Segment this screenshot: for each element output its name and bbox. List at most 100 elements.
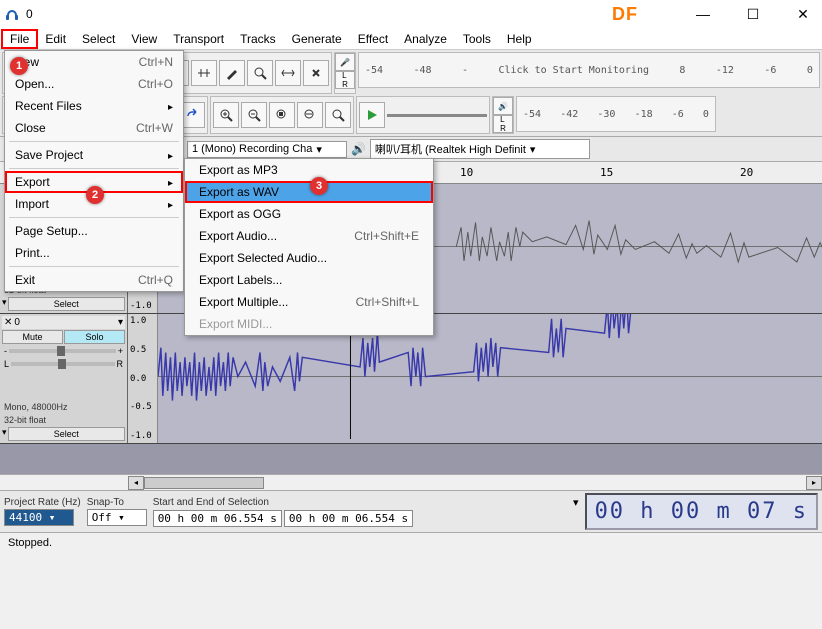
horizontal-scrollbar[interactable]: ◂ ▸ (0, 474, 822, 490)
window-title: 0 (26, 7, 33, 21)
track-menu-button[interactable]: ▾ (118, 317, 123, 328)
pan-l: L (4, 359, 9, 369)
menu-item-new[interactable]: NewCtrl+N (5, 51, 183, 73)
meter-tick: - (462, 65, 468, 76)
menu-generate[interactable]: Generate (284, 30, 350, 48)
recording-channels-select[interactable]: 1 (Mono) Recording Cha ▾ (187, 141, 347, 158)
menu-item-exit[interactable]: ExitCtrl+Q (5, 269, 183, 291)
meter-tick: -54 (365, 65, 383, 76)
scale-tick: 1.0 (130, 316, 155, 326)
menu-tracks[interactable]: Tracks (232, 30, 284, 48)
pan-slider[interactable] (11, 362, 114, 366)
export-wav-item[interactable]: Export as WAV (185, 181, 433, 203)
menu-transport[interactable]: Transport (165, 30, 232, 48)
export-mp3-item[interactable]: Export as MP3 (185, 159, 433, 181)
menu-item-close[interactable]: CloseCtrl+W (5, 117, 183, 139)
menu-item-save-project[interactable]: Save Project (5, 144, 183, 166)
meter-tick: 8 (679, 65, 685, 76)
menu-analyze[interactable]: Analyze (396, 30, 455, 48)
output-device-value: 喇叭/耳机 (Realtek High Definit (375, 141, 526, 157)
minimize-button[interactable]: — (688, 6, 718, 22)
menu-tools[interactable]: Tools (455, 30, 499, 48)
meter-tick: 0 (807, 65, 813, 76)
selection-start-input[interactable]: 00 h 00 m 06.554 s (153, 510, 282, 527)
scroll-right-button[interactable]: ▸ (806, 476, 822, 490)
snap-to-select[interactable]: Off ▾ (87, 509, 147, 526)
menu-item-recent[interactable]: Recent Files (5, 95, 183, 117)
chevron-down-icon: ▾ (316, 143, 322, 156)
chevron-down-icon[interactable]: ▾ (573, 496, 579, 509)
playback-meter[interactable]: -54 -42 -30 -18 -6 0 (516, 96, 716, 132)
timeline-tick: 20 (740, 166, 753, 179)
multi-tool-button[interactable] (303, 60, 329, 86)
callout-1: 1 (10, 57, 28, 75)
callout-3: 3 (310, 177, 328, 195)
scroll-left-button[interactable]: ◂ (128, 476, 144, 490)
scale-tick: -1.0 (130, 301, 155, 311)
selection-toolbar: Project Rate (Hz) 44100 ▾ Snap-To Off ▾ … (0, 490, 822, 532)
scale-tick: 0.0 (130, 374, 155, 384)
gain-slider[interactable] (9, 349, 116, 353)
status-text: Stopped. (8, 537, 52, 549)
menu-select[interactable]: Select (74, 30, 123, 48)
meter-tick: -12 (716, 65, 734, 76)
selection-end-input[interactable]: 00 h 00 m 06.554 s (284, 510, 413, 527)
export-audio-item[interactable]: Export Audio...Ctrl+Shift+E (185, 225, 433, 247)
menu-item-print[interactable]: Print... (5, 242, 183, 264)
playback-device-select[interactable]: 喇叭/耳机 (Realtek High Definit ▾ (370, 139, 590, 159)
export-multiple-item[interactable]: Export Multiple...Ctrl+Shift+L (185, 291, 433, 313)
track-select-button[interactable]: Select (8, 297, 125, 311)
meter-tick: -42 (560, 109, 578, 120)
fit-project-button[interactable] (297, 102, 323, 128)
file-menu-dropdown: NewCtrl+N Open...Ctrl+O Recent Files Clo… (4, 50, 184, 292)
fit-selection-button[interactable] (269, 102, 295, 128)
meter-hint: Click to Start Monitoring (498, 65, 649, 76)
timeshift-tool-button[interactable] (275, 60, 301, 86)
timeline-tick: 10 (460, 166, 473, 179)
gain-plus: + (118, 346, 123, 356)
zoom-toolbar (210, 96, 354, 134)
menu-item-page-setup[interactable]: Page Setup... (5, 220, 183, 242)
play-at-speed-button[interactable] (359, 102, 385, 128)
solo-button[interactable]: Solo (64, 330, 125, 344)
rec-channels-value: 1 (Mono) Recording Cha (192, 143, 312, 155)
recording-meter[interactable]: -54 -48 - Click to Start Monitoring 8 -1… (358, 52, 820, 88)
wave-vertical-scale: 1.0 0.5 0.0 -0.5 -1.0 (128, 314, 158, 443)
menu-view[interactable]: View (123, 30, 165, 48)
zoom-out-button[interactable] (241, 102, 267, 128)
menu-effect[interactable]: Effect (350, 30, 396, 48)
project-rate-label: Project Rate (Hz) (4, 497, 81, 508)
draw-tool-button[interactable] (219, 60, 245, 86)
track-format: 32-bit float (2, 414, 125, 426)
titlebar: 0 DF — ☐ ✕ (0, 0, 822, 28)
meter-tick: -48 (414, 65, 432, 76)
export-labels-item[interactable]: Export Labels... (185, 269, 433, 291)
close-track-button[interactable]: ✕ (4, 317, 12, 328)
menu-item-open[interactable]: Open...Ctrl+O (5, 73, 183, 95)
zoom-in-button[interactable] (213, 102, 239, 128)
export-selected-item[interactable]: Export Selected Audio... (185, 247, 433, 269)
zoom-toggle-button[interactable] (325, 102, 351, 128)
close-button[interactable]: ✕ (788, 6, 818, 23)
track-select-button[interactable]: Select (8, 427, 125, 441)
zoom-tool-button[interactable] (247, 60, 273, 86)
menu-edit[interactable]: Edit (37, 30, 74, 48)
menu-file[interactable]: File (2, 30, 37, 48)
export-ogg-item[interactable]: Export as OGG (185, 203, 433, 225)
menu-help[interactable]: Help (499, 30, 540, 48)
callout-2: 2 (86, 186, 104, 204)
tools-toolbar: I (160, 52, 332, 94)
mute-button[interactable]: Mute (2, 330, 63, 344)
snap-to-label: Snap-To (87, 497, 147, 508)
track-name: 0 (14, 317, 20, 328)
envelope-tool-button[interactable] (191, 60, 217, 86)
maximize-button[interactable]: ☐ (738, 6, 768, 23)
export-midi-item[interactable]: Export MIDI... (185, 313, 433, 335)
chevron-down-icon: ▾ (530, 143, 536, 156)
scale-tick: -1.0 (130, 431, 155, 441)
playback-speed-slider[interactable] (387, 114, 487, 117)
snap-to-value: Off (92, 511, 112, 524)
df-logo: DF (612, 4, 638, 25)
scroll-thumb[interactable] (144, 477, 264, 489)
project-rate-input[interactable]: 44100 ▾ (4, 509, 74, 526)
